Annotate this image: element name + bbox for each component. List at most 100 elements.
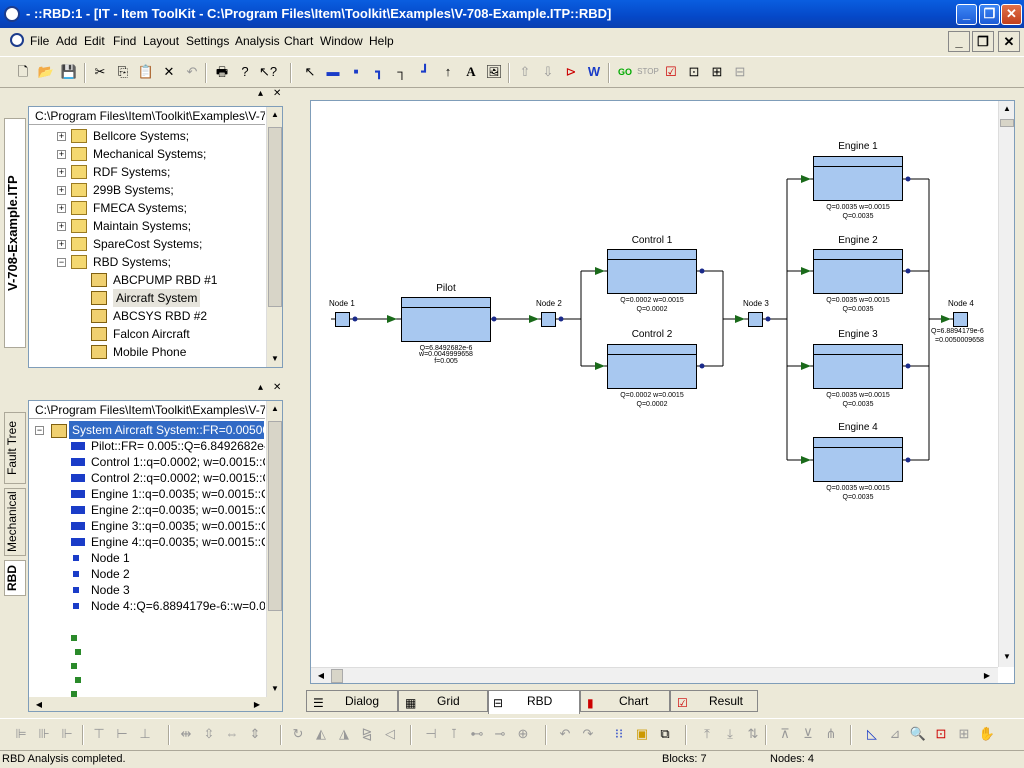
project-scrollbar[interactable]: ▲ ▼: [266, 107, 282, 367]
collapse-icon[interactable]: −: [35, 426, 44, 435]
node-tool-icon[interactable]: ■: [345, 61, 367, 83]
tree-icon[interactable]: ⊳: [560, 61, 582, 83]
system-tree-item[interactable]: Node 4::Q=6.8894179e-6::w=0.005(: [91, 597, 265, 615]
project-tree-item[interactable]: ABCPUMP RBD #1: [113, 271, 217, 289]
center-v-icon[interactable]: ⊸: [489, 723, 511, 745]
block-tool-icon[interactable]: ▬: [322, 61, 344, 83]
document-icon[interactable]: [10, 33, 24, 47]
canvas-hscrollbar[interactable]: ◀ ▶: [311, 667, 998, 683]
properties-icon[interactable]: ⊡: [683, 61, 705, 83]
control-2-block[interactable]: [607, 344, 697, 389]
align-right-icon[interactable]: ⊩: [56, 723, 78, 745]
word-export-icon[interactable]: W: [583, 61, 605, 83]
bring-front-icon[interactable]: ⤒: [696, 723, 718, 745]
project-tree-item[interactable]: Mobile Phone: [113, 343, 186, 361]
project-tree-item[interactable]: RDF Systems;: [93, 163, 170, 181]
menu-file[interactable]: File: [30, 34, 49, 48]
mirror-icon[interactable]: ◮: [333, 723, 355, 745]
measure-icon[interactable]: ◺: [861, 723, 883, 745]
project-tree-item[interactable]: 299B Systems;: [93, 181, 174, 199]
engine-2-block[interactable]: [813, 249, 903, 294]
app-icon[interactable]: [4, 6, 20, 22]
expand-icon[interactable]: +: [57, 150, 66, 159]
scroll-right-icon[interactable]: ▶: [249, 697, 265, 711]
snap-icon[interactable]: ▣: [631, 723, 653, 745]
cut-icon[interactable]: ✂: [89, 61, 111, 83]
scroll-down-icon[interactable]: ▼: [267, 681, 282, 697]
space-v-icon[interactable]: ⇳: [198, 723, 220, 745]
node-4[interactable]: [953, 312, 968, 327]
project-tree-item[interactable]: ABCSYS RBD #2: [113, 307, 207, 325]
dist-h-icon[interactable]: ⊣: [420, 723, 442, 745]
menu-find[interactable]: Find: [113, 34, 136, 48]
tab-fault-tree[interactable]: Fault Tree: [4, 412, 26, 484]
mdi-restore-button[interactable]: ❐: [972, 31, 994, 52]
scroll-thumb[interactable]: [331, 669, 343, 683]
link-tool-icon[interactable]: ┛: [414, 61, 436, 83]
checklist-icon[interactable]: ☑: [660, 61, 682, 83]
fit-icon[interactable]: ⊞: [953, 723, 975, 745]
scroll-right-icon[interactable]: ▶: [979, 668, 995, 683]
arrow-tool-icon[interactable]: ↑: [437, 61, 459, 83]
copy-icon[interactable]: ⎘: [112, 61, 134, 83]
dist-v-icon[interactable]: ⊺: [443, 723, 465, 745]
project-tree-item[interactable]: Mechanical Systems;: [93, 145, 206, 163]
project-tree-item[interactable]: RBD Systems;: [93, 253, 171, 271]
help-icon[interactable]: ?: [234, 61, 256, 83]
node-3[interactable]: [748, 312, 763, 327]
move-down-icon[interactable]: ⇩: [537, 61, 559, 83]
expand-icon[interactable]: +: [57, 204, 66, 213]
same-height-icon[interactable]: ⇕: [244, 723, 266, 745]
tab-rbd[interactable]: RBD: [4, 560, 26, 596]
send-back-icon[interactable]: ⤓: [719, 723, 741, 745]
project-tree-item[interactable]: Maintain Systems;: [93, 217, 191, 235]
pointer-icon[interactable]: ↖: [299, 61, 321, 83]
layout-redo-icon[interactable]: ↷: [577, 723, 599, 745]
align-center-icon[interactable]: ⊪: [33, 723, 55, 745]
align-top-icon[interactable]: ⊤: [88, 723, 110, 745]
menu-add[interactable]: Add: [56, 34, 77, 48]
engine-1-block[interactable]: [813, 156, 903, 201]
project-tree-item[interactable]: SpareCost Systems;: [93, 235, 202, 253]
center-h-icon[interactable]: ⊷: [466, 723, 488, 745]
menu-layout[interactable]: Layout: [143, 34, 179, 48]
line-tool-icon[interactable]: ┐: [391, 61, 413, 83]
center-both-icon[interactable]: ⊕: [512, 723, 534, 745]
expand-icon[interactable]: +: [57, 132, 66, 141]
project-tree-item[interactable]: FMECA Systems;: [93, 199, 187, 217]
system-scrollbar[interactable]: ▲ ▼: [266, 401, 282, 697]
canvas-vscrollbar[interactable]: ▲ ▼: [998, 101, 1014, 667]
scroll-left-icon[interactable]: ◀: [31, 697, 47, 711]
project-tree-item[interactable]: Aircraft System: [113, 289, 201, 307]
expand-icon[interactable]: +: [57, 222, 66, 231]
layout-icon[interactable]: ⊞: [706, 61, 728, 83]
expand-icon[interactable]: +: [57, 240, 66, 249]
stop-icon[interactable]: STOP: [637, 61, 659, 83]
node-1[interactable]: [335, 312, 350, 327]
rotate-icon[interactable]: ↻: [287, 723, 309, 745]
delete-icon[interactable]: ✕: [158, 61, 180, 83]
control-1-block[interactable]: [607, 249, 697, 294]
zoom-icon[interactable]: 🔍: [907, 723, 929, 745]
collapse-icon[interactable]: −: [57, 258, 66, 267]
zoom-window-icon[interactable]: ⊡: [930, 723, 952, 745]
align-left-icon[interactable]: ⊫: [10, 723, 32, 745]
expand-icon[interactable]: +: [57, 186, 66, 195]
pan-hand-icon[interactable]: ✋: [976, 723, 998, 745]
scroll-thumb[interactable]: [268, 127, 282, 307]
flip-icon[interactable]: ◭: [310, 723, 332, 745]
menu-window[interactable]: Window: [320, 34, 363, 48]
scroll-down-icon[interactable]: ▼: [267, 351, 282, 367]
menu-chart[interactable]: Chart: [284, 34, 313, 48]
image-tool-icon[interactable]: 🖼: [483, 61, 505, 83]
scroll-up-icon[interactable]: ▲: [999, 101, 1014, 117]
flip-h-icon[interactable]: ⧎: [356, 723, 378, 745]
scroll-left-icon[interactable]: ◀: [313, 668, 329, 683]
group-icon[interactable]: ⧉: [654, 723, 676, 745]
system-hscrollbar[interactable]: ◀ ▶: [29, 697, 282, 711]
minimize-button[interactable]: _: [956, 4, 977, 25]
mdi-close-button[interactable]: ✕: [998, 31, 1020, 52]
panel-close-icon[interactable]: ✕: [273, 382, 281, 396]
go-icon[interactable]: GO: [614, 61, 636, 83]
align-bottom-icon[interactable]: ⊥: [134, 723, 156, 745]
